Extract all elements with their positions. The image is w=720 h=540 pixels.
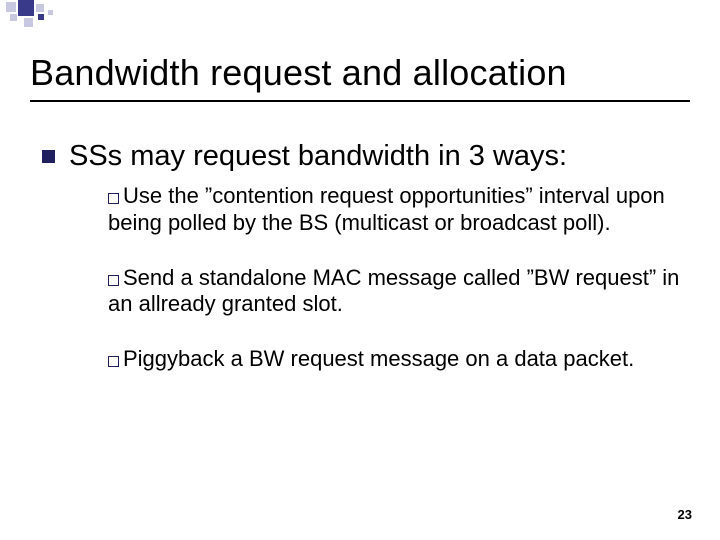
sub-lead: Send xyxy=(123,265,174,290)
hollow-square-bullet-icon xyxy=(108,356,119,367)
sub-bullet: Use the ”contention request opportunitie… xyxy=(108,183,682,237)
sub-bullet: Piggyback a BW request message on a data… xyxy=(108,346,682,373)
slide-corner-decoration xyxy=(0,0,720,30)
sub-rest: a BW request message on a data packet. xyxy=(225,346,635,371)
sub-bullet-group: Use the ”contention request opportunitie… xyxy=(108,183,682,373)
hollow-square-bullet-icon xyxy=(108,275,119,286)
slide-title: Bandwidth request and allocation xyxy=(30,52,567,94)
sub-rest: a standalone MAC message called ”BW requ… xyxy=(108,265,679,317)
title-underline xyxy=(30,100,690,102)
main-bullet-text: SSs may request bandwidth in 3 ways: xyxy=(69,140,567,173)
page-number: 23 xyxy=(678,507,692,522)
bullet-level1: SSs may request bandwidth in 3 ways: xyxy=(42,140,682,173)
sub-rest: the ”contention request opportunities” i… xyxy=(108,183,665,235)
sub-bullet: Send a standalone MAC message called ”BW… xyxy=(108,265,682,319)
slide-body: SSs may request bandwidth in 3 ways: Use… xyxy=(42,140,682,401)
sub-lead: Piggyback xyxy=(123,346,225,371)
hollow-square-bullet-icon xyxy=(108,193,119,204)
square-bullet-icon xyxy=(42,150,55,163)
sub-lead: Use xyxy=(123,183,162,208)
